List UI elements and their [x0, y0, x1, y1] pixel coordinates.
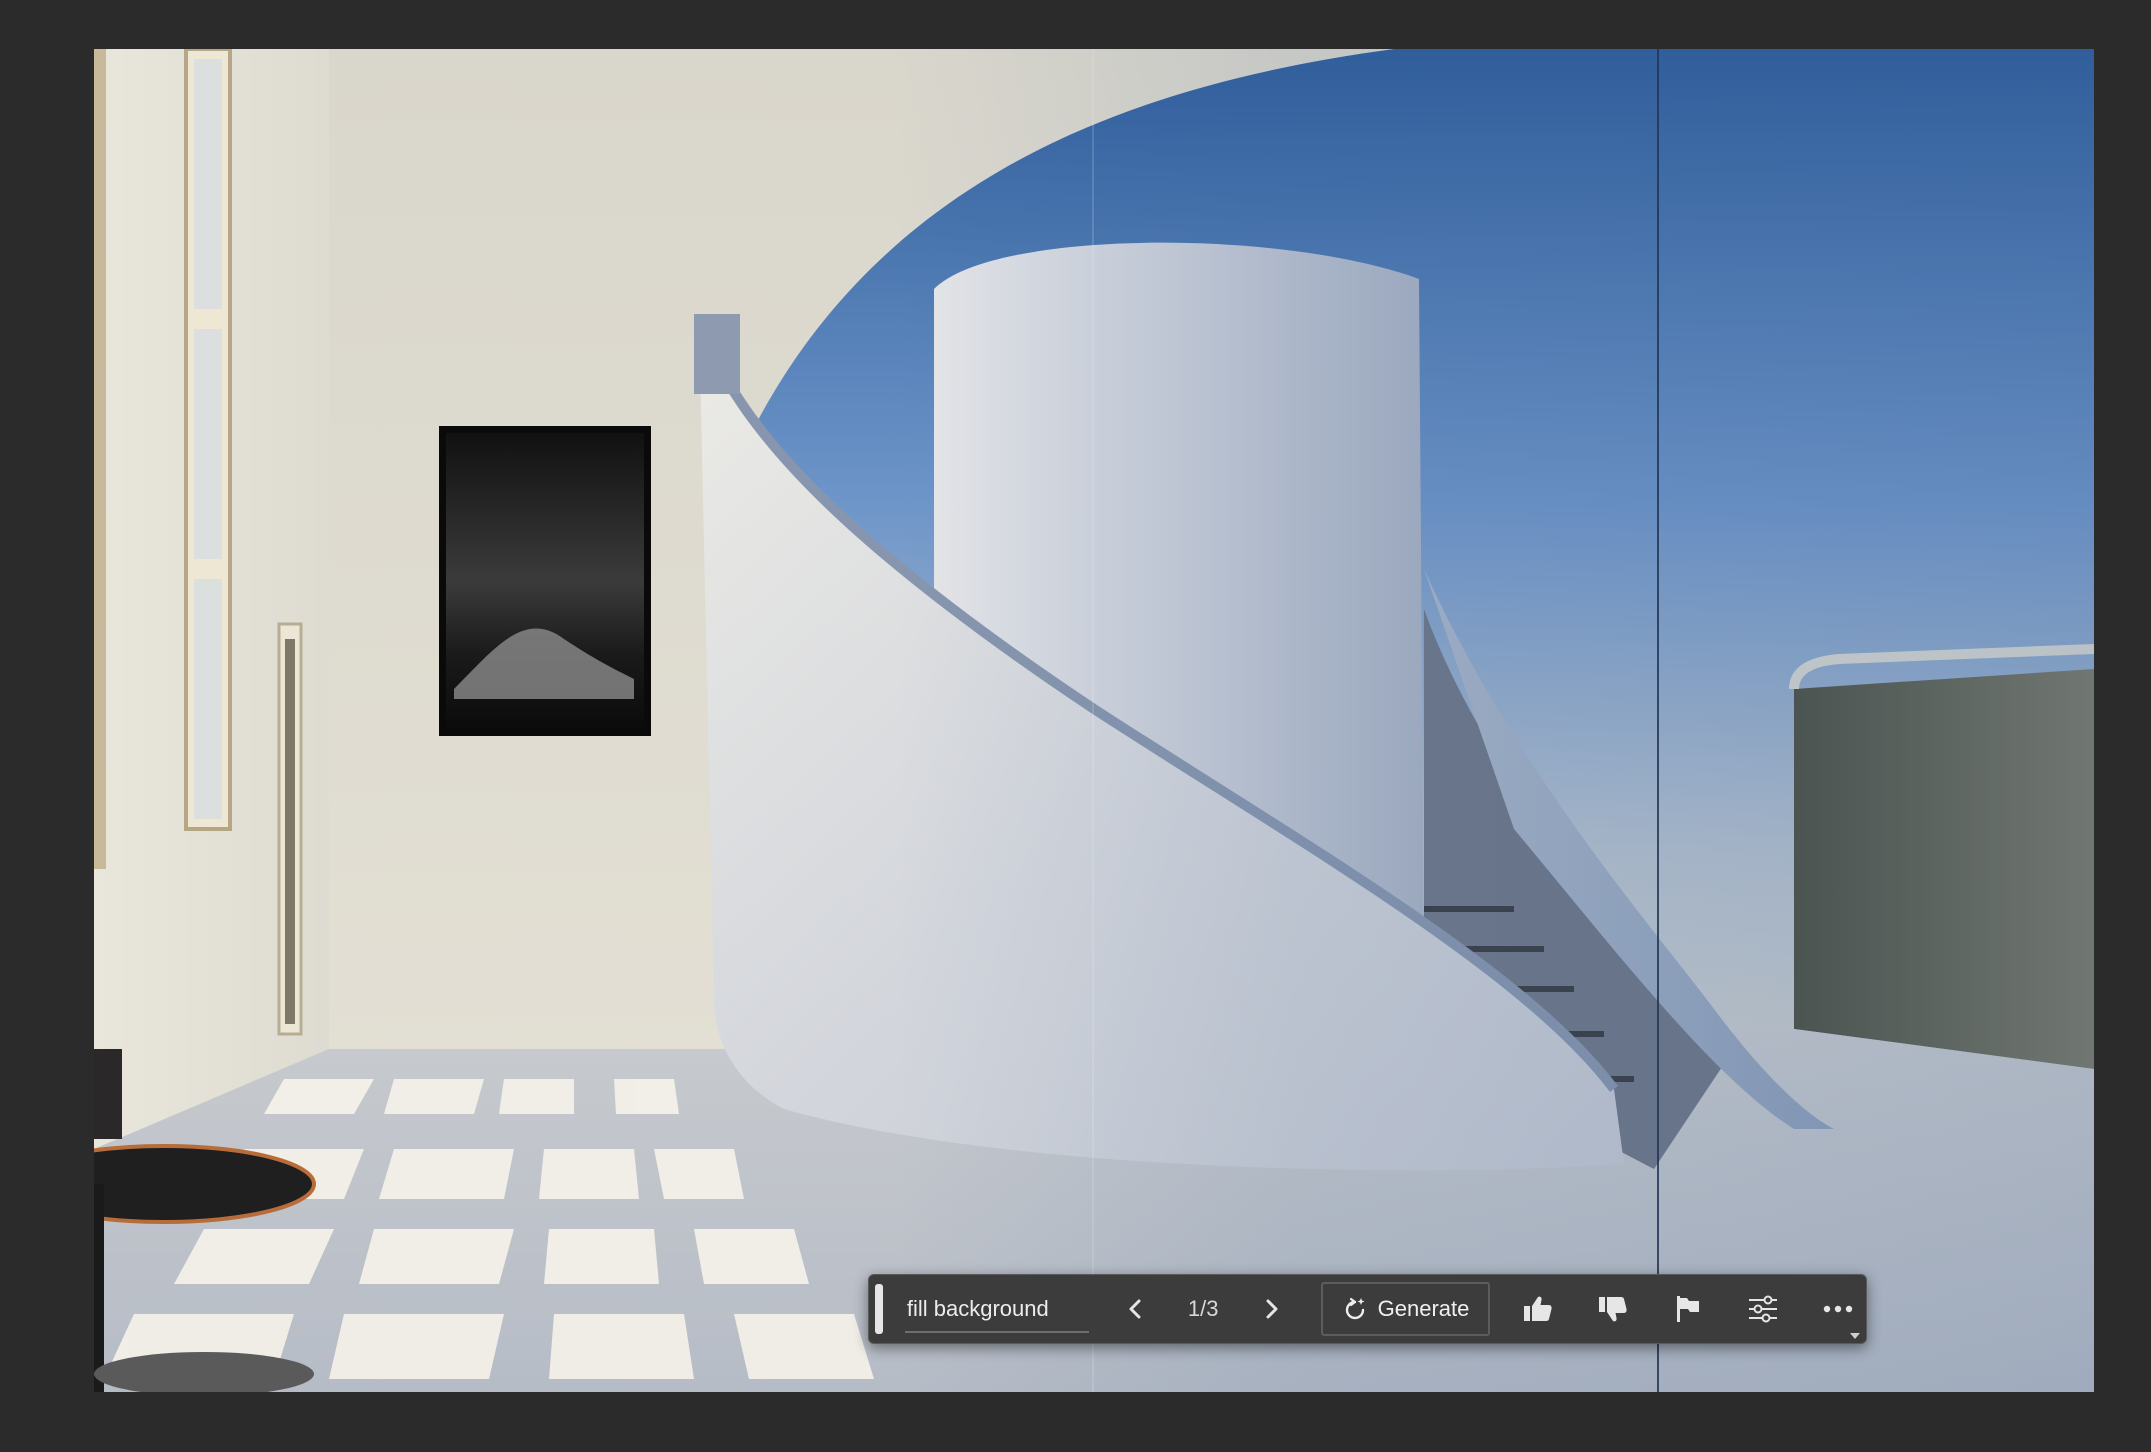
report-button[interactable]	[1660, 1280, 1717, 1338]
sliders-icon	[1748, 1295, 1777, 1323]
prompt-input[interactable]: fill background	[904, 1287, 1090, 1333]
next-variation-button[interactable]	[1242, 1280, 1299, 1338]
canvas-image	[94, 49, 2094, 1392]
taskbar-menu-indicator-icon[interactable]	[1850, 1333, 1860, 1339]
like-button[interactable]	[1510, 1280, 1567, 1338]
generate-label: Generate	[1377, 1296, 1470, 1321]
variation-counter: 1/3	[1187, 1296, 1219, 1321]
chevron-left-icon	[1129, 1299, 1141, 1319]
document-canvas[interactable]	[94, 49, 2094, 1392]
more-options-button[interactable]	[1809, 1280, 1866, 1338]
flag-icon	[1676, 1296, 1699, 1322]
chevron-right-icon	[1266, 1299, 1278, 1319]
properties-button[interactable]	[1734, 1280, 1791, 1338]
dislike-button[interactable]	[1585, 1280, 1642, 1338]
previous-variation-button[interactable]	[1107, 1280, 1164, 1338]
drag-handle[interactable]	[875, 1284, 883, 1334]
generate-button[interactable]: Generate	[1321, 1282, 1490, 1336]
more-horizontal-icon	[1823, 1305, 1852, 1313]
contextual-task-bar: fill background 1/3 Generate	[868, 1274, 1867, 1344]
thumbs-up-icon	[1524, 1296, 1552, 1321]
generate-refresh-icon	[1345, 1297, 1365, 1320]
thumbs-down-icon	[1599, 1297, 1627, 1322]
